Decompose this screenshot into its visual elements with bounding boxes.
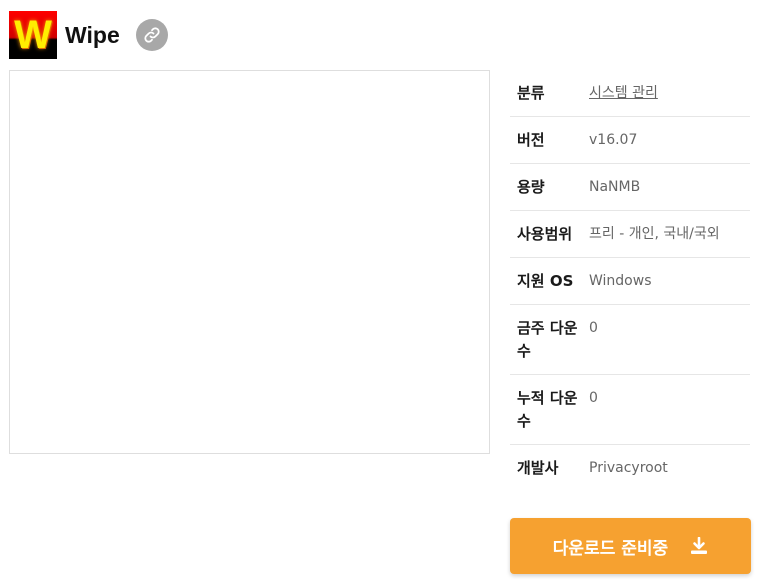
- weekly-downloads-value: 0: [589, 320, 598, 336]
- os-value: Windows: [589, 273, 652, 289]
- os-label: 지원 OS: [517, 272, 574, 290]
- app-detail-page: W Wipe 분류 시스템 관리 버전 v16.07 용량 NaNMB 사용범위…: [0, 0, 758, 585]
- developer-label: 개발사: [517, 459, 559, 477]
- screenshot-area: [9, 70, 490, 454]
- app-title: Wipe: [65, 21, 120, 48]
- link-icon: [144, 27, 160, 43]
- info-row-version: 버전 v16.07: [510, 117, 750, 164]
- size-value: NaNMB: [589, 179, 641, 195]
- category-link[interactable]: 시스템 관리: [589, 82, 750, 105]
- weekly-downloads-label: 금주 다운수: [517, 319, 578, 360]
- size-label: 용량: [517, 178, 545, 196]
- share-link-button[interactable]: [135, 19, 168, 51]
- info-row-os: 지원 OS Windows: [510, 258, 750, 305]
- app-header: W Wipe: [9, 11, 168, 59]
- info-row-developer: 개발사 Privacyroot: [510, 445, 750, 491]
- app-logo-letter: W: [14, 13, 52, 57]
- download-icon: [690, 537, 708, 555]
- info-table: 분류 시스템 관리 버전 v16.07 용량 NaNMB 사용범위 프리 - 개…: [510, 70, 750, 491]
- license-value: 프리 - 개인, 국내/국외: [589, 226, 720, 242]
- total-downloads-label: 누적 다운수: [517, 389, 578, 430]
- app-logo: W: [9, 11, 57, 59]
- download-button[interactable]: 다운로드 준비중: [510, 518, 751, 574]
- download-label: 다운로드 준비중: [552, 538, 669, 559]
- info-row-size: 용량 NaNMB: [510, 164, 750, 211]
- version-label: 버전: [517, 131, 545, 149]
- developer-value: Privacyroot: [589, 460, 668, 476]
- category-label: 분류: [517, 84, 545, 102]
- info-row-category: 분류 시스템 관리: [510, 70, 750, 117]
- license-label: 사용범위: [517, 225, 573, 243]
- version-value: v16.07: [589, 132, 638, 148]
- info-row-weekly-downloads: 금주 다운수 0: [510, 305, 750, 375]
- info-row-license: 사용범위 프리 - 개인, 국내/국외: [510, 211, 750, 258]
- total-downloads-value: 0: [589, 390, 598, 406]
- info-row-total-downloads: 누적 다운수 0: [510, 375, 750, 445]
